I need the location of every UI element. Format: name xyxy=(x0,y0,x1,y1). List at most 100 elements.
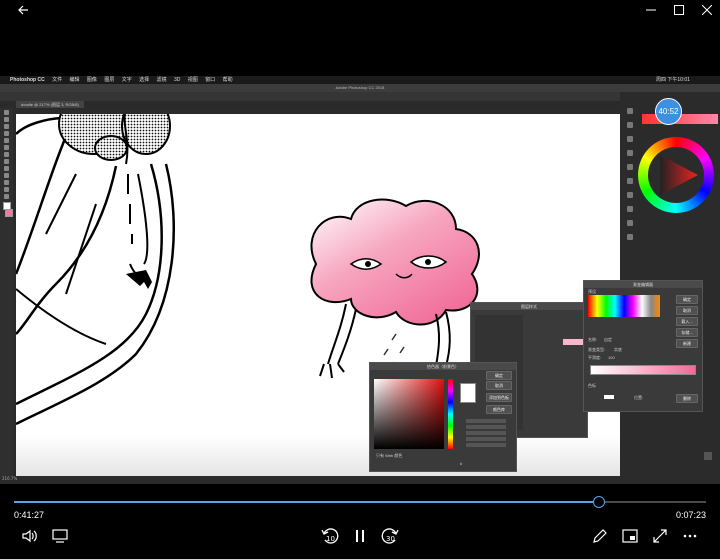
panel-history-icon xyxy=(627,164,633,170)
location-label: 位置: xyxy=(634,395,644,400)
mini-view-icon[interactable] xyxy=(620,526,640,546)
app-menu-0: Photoshop CC xyxy=(10,77,45,83)
app-menu-10: 窗口 xyxy=(205,77,216,83)
web-only-checkbox-label[interactable]: 只有 Web 颜色 xyxy=(376,453,402,459)
color-value-fields[interactable] xyxy=(466,417,506,457)
panel-color-icon xyxy=(627,108,633,114)
remaining-time: 0:07:23 xyxy=(675,510,706,520)
clock-overlay: 40:52 xyxy=(655,98,682,125)
seek-thumb[interactable] xyxy=(592,496,605,508)
panel-paths-icon xyxy=(627,220,633,226)
app-menu-8: 3D xyxy=(173,77,181,83)
add-to-swatches-button[interactable]: 添加到色板 xyxy=(486,393,512,402)
back-arrow-icon[interactable] xyxy=(0,0,46,20)
more-options-icon[interactable] xyxy=(680,526,700,546)
gradient-type-value: 实底 xyxy=(614,347,622,352)
gradient-load-button[interactable]: 载入... xyxy=(676,317,698,326)
gradient-name-value: 自定 xyxy=(604,337,612,342)
new-color-preview xyxy=(460,383,476,403)
color-wheel[interactable] xyxy=(638,137,714,213)
color-libraries-button[interactable]: 颜色库 xyxy=(486,405,512,414)
gradient-name-label: 名称: xyxy=(588,337,598,342)
app-menu-5: 文字 xyxy=(121,77,132,83)
gradient-cancel-button[interactable]: 取消 xyxy=(676,306,698,315)
ps-options-bar xyxy=(0,92,620,101)
gradient-preview xyxy=(563,339,583,345)
zoom-tool-icon xyxy=(4,194,9,199)
panel-properties-icon xyxy=(627,234,633,240)
elapsed-time: 0:41:27 xyxy=(14,510,45,520)
app-menu-11: 帮助 xyxy=(222,77,233,83)
fullscreen-icon[interactable] xyxy=(650,526,670,546)
mac-menubar: Photoshop CC 文件 编辑 图像 图层 文字 选择 滤镜 3D 视图 … xyxy=(0,76,720,84)
panel-brush-icon xyxy=(627,178,633,184)
panel-adjust-icon xyxy=(627,136,633,142)
rewind-seconds-label: 10 xyxy=(326,535,335,543)
gradient-save-button[interactable]: 存储... xyxy=(676,328,698,337)
ps-toolbar xyxy=(0,108,13,478)
pause-button[interactable] xyxy=(350,526,370,546)
gradient-type-label: 渐变类型: xyxy=(588,347,606,352)
volume-icon[interactable] xyxy=(20,526,40,546)
layer-style-title: 图层样式 xyxy=(471,303,587,310)
panel-swatches-icon xyxy=(627,122,633,128)
rewind-10-button[interactable]: 10 xyxy=(320,526,340,546)
pen-tool-icon xyxy=(4,173,9,178)
edit-pen-icon[interactable] xyxy=(590,526,610,546)
color-picker-dialog: 拾色器（前景色） 确定 取消 添加到色板 颜色库 只有 Web 颜色 # xyxy=(369,362,517,472)
background-color-swatch xyxy=(5,209,13,217)
canvas-shadow xyxy=(16,436,620,476)
subtitles-icon[interactable] xyxy=(50,526,70,546)
hue-slider[interactable] xyxy=(448,379,453,449)
gradient-presets-grid[interactable] xyxy=(588,295,660,317)
gradient-ok-button[interactable]: 确定 xyxy=(676,295,698,304)
smoothness-label: 平滑度: xyxy=(588,355,602,360)
ps-window-title: Adobe Photoshop CC 2018 xyxy=(0,84,720,92)
app-menu-6: 选择 xyxy=(139,77,150,83)
app-menu-3: 图像 xyxy=(86,77,97,83)
stamp-tool-icon xyxy=(4,152,9,157)
eraser-tool-icon xyxy=(4,159,9,164)
gradient-tool-icon xyxy=(4,166,9,171)
color-picker-ok-button[interactable]: 确定 xyxy=(486,371,512,380)
seek-bar-fill xyxy=(14,501,599,503)
panel-styles-icon xyxy=(627,150,633,156)
app-menu-4: 图层 xyxy=(104,77,115,83)
eyedropper-tool-icon xyxy=(4,138,9,143)
brush-tool-icon xyxy=(4,145,9,150)
app-menu-7: 滤镜 xyxy=(156,77,167,83)
app-menu-2: 编辑 xyxy=(69,77,80,83)
app-menu-1: 文件 xyxy=(52,77,63,83)
video-frame: Photoshop CC 文件 编辑 图像 图层 文字 选择 滤镜 3D 视图 … xyxy=(0,76,720,484)
panel-expand-icon xyxy=(704,452,712,460)
move-tool-icon xyxy=(4,110,9,115)
stop-color-swatch[interactable] xyxy=(604,395,614,399)
marquee-tool-icon xyxy=(4,117,9,122)
doc-tab-label: doodle @ 217% (图层 3, RGB/8) xyxy=(16,101,84,108)
seek-bar[interactable] xyxy=(14,496,706,508)
delete-stop-button[interactable]: 删除 xyxy=(676,394,698,403)
crop-tool-icon xyxy=(4,131,9,136)
gradient-new-button[interactable]: 新建 xyxy=(676,339,698,348)
gradient-editor-title: 渐变编辑器 xyxy=(584,281,702,288)
hand-tool-icon xyxy=(4,187,9,192)
color-picker-cancel-button[interactable]: 取消 xyxy=(486,381,512,390)
menubar-time: 周四 下午10:01 xyxy=(656,77,690,83)
panel-channels-icon xyxy=(627,206,633,212)
ps-document-tab: doodle @ 217% (图层 3, RGB/8) xyxy=(0,101,620,108)
color-picker-title: 拾色器（前景色） xyxy=(370,363,516,370)
close-icon[interactable] xyxy=(684,0,720,20)
forward-seconds-label: 30 xyxy=(386,535,395,543)
app-menu-9: 视图 xyxy=(187,77,198,83)
gradient-editor-dialog: 渐变编辑器 预设 确定 取消 载入... 存储... 名称: 自定 新建 渐变类… xyxy=(583,280,703,412)
hex-label: # xyxy=(460,461,463,466)
lasso-tool-icon xyxy=(4,124,9,129)
smoothness-value: 100 xyxy=(608,355,615,360)
color-field[interactable] xyxy=(374,379,444,449)
forward-30-button[interactable]: 30 xyxy=(380,526,400,546)
type-tool-icon xyxy=(4,180,9,185)
gradient-bar[interactable] xyxy=(590,365,696,375)
panel-layers-icon xyxy=(627,192,633,198)
zoom-status: 216.7% xyxy=(2,476,18,481)
color-stop-label: 色标 xyxy=(588,383,596,388)
